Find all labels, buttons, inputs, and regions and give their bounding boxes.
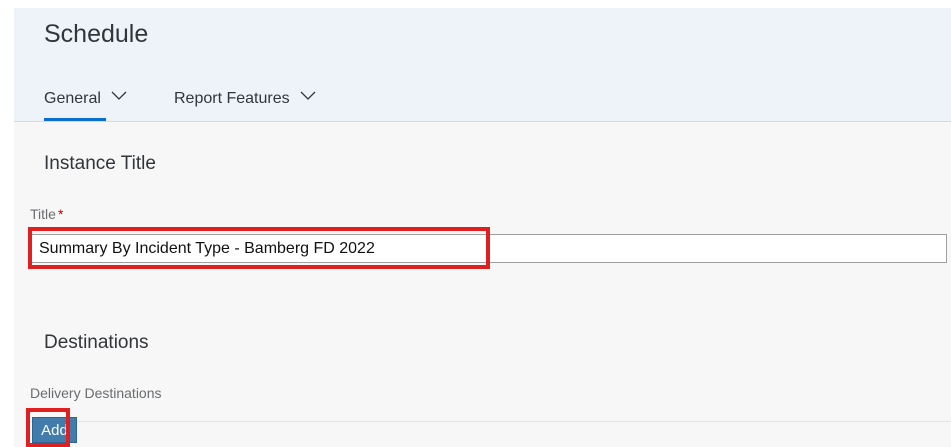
tab-report-features[interactable]: Report Features xyxy=(174,90,316,120)
page-title: Schedule xyxy=(44,20,149,48)
schedule-page: Schedule General Report Features Instanc… xyxy=(0,0,951,447)
add-destination-button[interactable]: Add xyxy=(32,417,77,443)
active-tab-indicator xyxy=(44,118,106,121)
title-input[interactable] xyxy=(30,234,947,263)
tab-general-label: General xyxy=(44,90,101,107)
main-content: Instance Title Title* Destinations Deliv… xyxy=(14,122,951,447)
chevron-down-icon xyxy=(111,88,127,106)
required-marker: * xyxy=(57,206,64,222)
title-field-label: Title * xyxy=(30,206,63,222)
delivery-destinations-label: Delivery Destinations xyxy=(30,385,162,401)
section-divider xyxy=(28,421,951,422)
tab-general[interactable]: General xyxy=(44,90,127,120)
instance-title-heading: Instance Title xyxy=(44,153,156,174)
page-header: Schedule General Report Features xyxy=(14,8,951,122)
chevron-down-icon xyxy=(300,88,316,106)
tab-report-features-label: Report Features xyxy=(174,90,290,107)
title-label-text: Title xyxy=(30,206,56,222)
destinations-heading: Destinations xyxy=(44,332,149,353)
